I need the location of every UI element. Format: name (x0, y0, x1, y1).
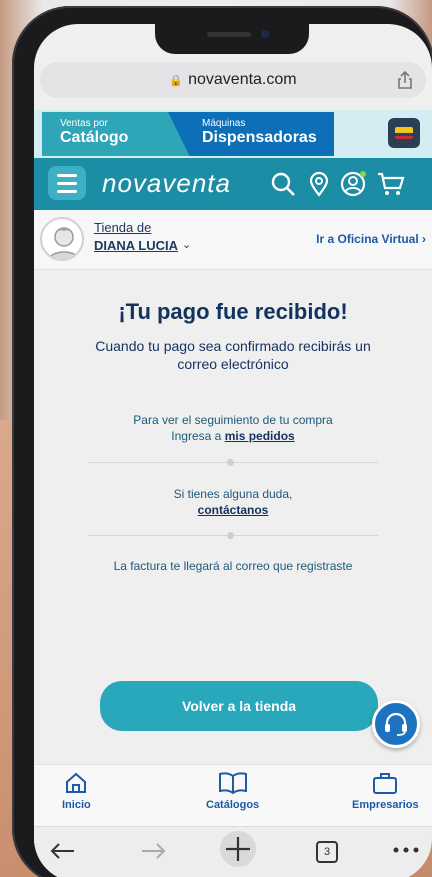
browser-toolbar: 3 (34, 826, 432, 877)
store-owner-name[interactable]: DIANA LUCIA (94, 238, 178, 253)
back-to-store-button[interactable]: Volver a la tienda (100, 681, 378, 731)
hamburger-icon (57, 173, 77, 177)
more-options-icon[interactable] (392, 845, 422, 855)
oficina-virtual-link[interactable]: Ir a Oficina Virtual › (316, 232, 426, 246)
invoice-text: La factura te llegará al correo que regi… (113, 559, 353, 573)
url-text: novaventa.com (188, 71, 297, 88)
tab-ventas-catalogo[interactable]: Ventas por Catálogo (42, 112, 190, 156)
back-arrow-icon[interactable] (48, 837, 78, 865)
chevron-down-icon[interactable]: ⌄ (182, 238, 191, 251)
tab-maquinas-big: Dispensadoras (202, 129, 317, 146)
novaventa-logo[interactable]: novaventa (102, 168, 231, 199)
tab-catalogo-small: Ventas por (60, 118, 108, 129)
cart-icon[interactable] (376, 171, 406, 197)
tracking-prefix: Ingresa a (171, 429, 222, 443)
hamburger-icon (57, 181, 77, 185)
nav-empresarios-label: Empresarios (352, 799, 419, 811)
colombia-flag-icon (395, 127, 413, 139)
share-icon[interactable] (396, 70, 414, 90)
speaker (207, 32, 251, 37)
page-title: ¡Tu pago fue recibido! (118, 299, 348, 324)
tab-maquinas-dispensadoras[interactable]: Máquinas Dispensadoras (168, 112, 334, 156)
phone-frame: 🔒 novaventa.com Ventas por Catálogo Máqu… (12, 6, 432, 877)
tab-catalogo-big: Catálogo (60, 129, 129, 146)
nav-catalogos-label: Catálogos (206, 799, 260, 811)
nav-inicio-label: Inicio (62, 799, 91, 811)
home-icon (66, 772, 87, 793)
headset-icon (385, 712, 407, 736)
user-avatar-icon (48, 227, 80, 259)
tab-maquinas-small: Máquinas (202, 118, 246, 129)
support-chat-button[interactable] (372, 700, 420, 748)
business-tabs: Ventas por Catálogo Máquinas Dispensador… (34, 110, 432, 158)
tracking-line: Ingresa a mis pedidos (34, 428, 432, 444)
hamburger-icon (57, 189, 77, 193)
notch (155, 24, 309, 54)
forward-arrow-icon[interactable] (138, 837, 168, 865)
nav-empresarios[interactable]: Empresarios (352, 771, 419, 811)
store-label: Tienda de (94, 220, 152, 235)
country-selector[interactable] (388, 118, 420, 148)
avatar (40, 217, 84, 261)
site-header: novaventa (34, 158, 432, 210)
url-bar[interactable]: 🔒 novaventa.com (40, 62, 426, 98)
contactanos-link[interactable]: contáctanos (198, 503, 269, 517)
plus-icon (226, 837, 250, 861)
oficina-link-text: Ir a Oficina Virtual (316, 232, 419, 246)
tab-count-button[interactable]: 3 (316, 841, 338, 863)
book-icon (218, 772, 247, 795)
divider-dot (227, 459, 234, 466)
store-bar: Tienda de DIANA LUCIA ⌄ Ir a Oficina Vir… (34, 210, 432, 270)
new-tab-button[interactable] (220, 831, 256, 867)
user-account-icon[interactable] (340, 171, 366, 197)
contact-info: Si tienes alguna duda, contáctanos (34, 486, 432, 518)
location-icon[interactable] (306, 171, 332, 197)
mis-pedidos-link[interactable]: mis pedidos (225, 429, 295, 443)
bottom-nav: Inicio Catálogos Empresarios (34, 764, 432, 826)
briefcase-icon (373, 773, 398, 794)
divider-dot (227, 532, 234, 539)
lock-icon: 🔒 (169, 74, 184, 87)
front-camera (261, 30, 269, 38)
nav-inicio[interactable]: Inicio (62, 771, 91, 811)
chevron-right-icon: › (422, 232, 426, 246)
tracking-text: Para ver el seguimiento de tu compra (133, 413, 333, 427)
search-icon[interactable] (270, 171, 296, 197)
doubt-text: Si tienes alguna duda, (173, 487, 293, 501)
page-subtitle: Cuando tu pago sea confirmado recibirás … (95, 338, 371, 372)
phone-screen: 🔒 novaventa.com Ventas por Catálogo Máqu… (34, 24, 432, 877)
nav-catalogos[interactable]: Catálogos (206, 771, 259, 811)
menu-button[interactable] (48, 166, 86, 200)
tracking-info: Para ver el seguimiento de tu compra Ing… (34, 412, 432, 444)
